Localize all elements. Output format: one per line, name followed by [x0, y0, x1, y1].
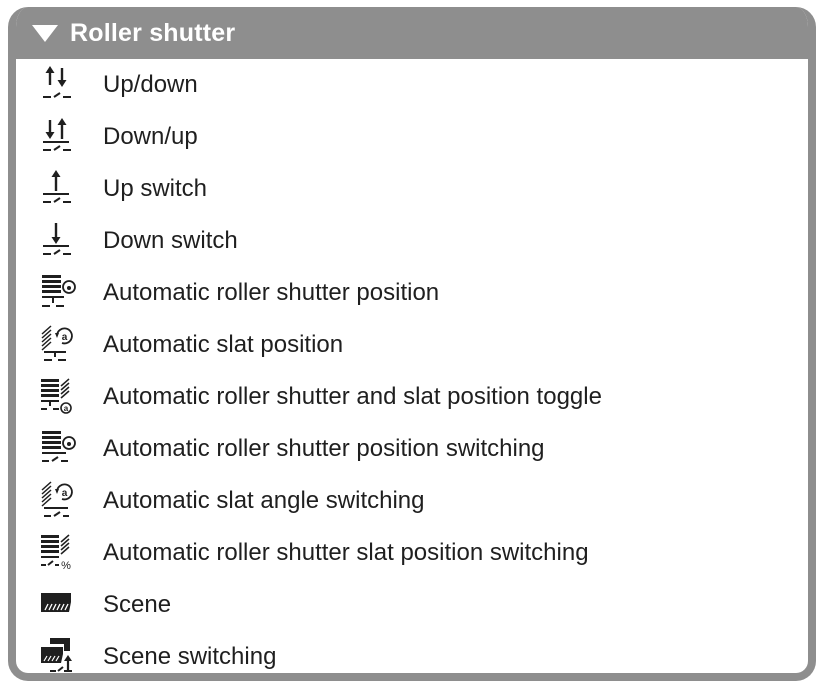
svg-text:a: a [62, 332, 68, 343]
list-item-auto-shutter-position[interactable]: Automatic roller shutter position [16, 267, 808, 319]
auto-shutter-position-switching-icon [38, 429, 78, 469]
collapse-triangle-icon[interactable] [32, 24, 58, 42]
auto-slat-position-icon: a [38, 325, 78, 365]
item-label: Automatic slat angle switching [103, 487, 425, 514]
auto-shutter-slat-toggle-icon: a [38, 377, 78, 417]
auto-shutter-slat-position-switching-icon: % [38, 533, 78, 573]
item-label: Down/up [103, 123, 198, 150]
scene-switching-icon [38, 637, 78, 673]
list-item-up-switch[interactable]: Up switch [16, 163, 808, 215]
svg-text:a: a [62, 488, 68, 499]
auto-shutter-position-icon [38, 273, 78, 313]
item-label: Automatic roller shutter and slat positi… [103, 383, 602, 410]
list-item-auto-slat-position[interactable]: a Automatic slat position [16, 319, 808, 371]
roller-shutter-panel: Roller shutter Up/down Down/up Up switch… [8, 7, 816, 681]
item-label: Automatic roller shutter slat position s… [103, 539, 589, 566]
list-item-down-up[interactable]: Down/up [16, 111, 808, 163]
list-item-auto-shutter-slat-position-switching[interactable]: % Automatic roller shutter slat position… [16, 527, 808, 579]
list-item-auto-slat-angle-switching[interactable]: a Automatic slat angle switching [16, 475, 808, 527]
list-item-up-down[interactable]: Up/down [16, 59, 808, 111]
svg-text:%: % [61, 560, 71, 572]
item-label: Down switch [103, 227, 238, 254]
scene-icon [38, 585, 78, 625]
panel-header[interactable]: Roller shutter [16, 7, 808, 59]
item-label: Up/down [103, 71, 198, 98]
item-label: Automatic roller shutter position [103, 279, 440, 306]
item-label: Automatic roller shutter position switch… [103, 435, 545, 462]
panel-title: Roller shutter [70, 18, 236, 47]
item-label: Scene switching [103, 643, 277, 670]
list-item-auto-shutter-slat-toggle[interactable]: a Automatic roller shutter and slat posi… [16, 371, 808, 423]
svg-text:a: a [64, 404, 69, 413]
item-label: Up switch [103, 175, 208, 202]
down-up-switch-icon [38, 117, 78, 157]
list-item-scene-switching[interactable]: Scene switching [16, 631, 808, 673]
up-down-switch-icon [38, 65, 78, 105]
list-item-down-switch[interactable]: Down switch [16, 215, 808, 267]
auto-slat-angle-switching-icon: a [38, 481, 78, 521]
list-item-scene[interactable]: Scene [16, 579, 808, 631]
up-switch-icon [38, 169, 78, 209]
list-item-auto-shutter-position-switching[interactable]: Automatic roller shutter position switch… [16, 423, 808, 475]
item-label: Scene [103, 591, 172, 618]
down-switch-icon [38, 221, 78, 261]
item-label: Automatic slat position [103, 331, 344, 358]
